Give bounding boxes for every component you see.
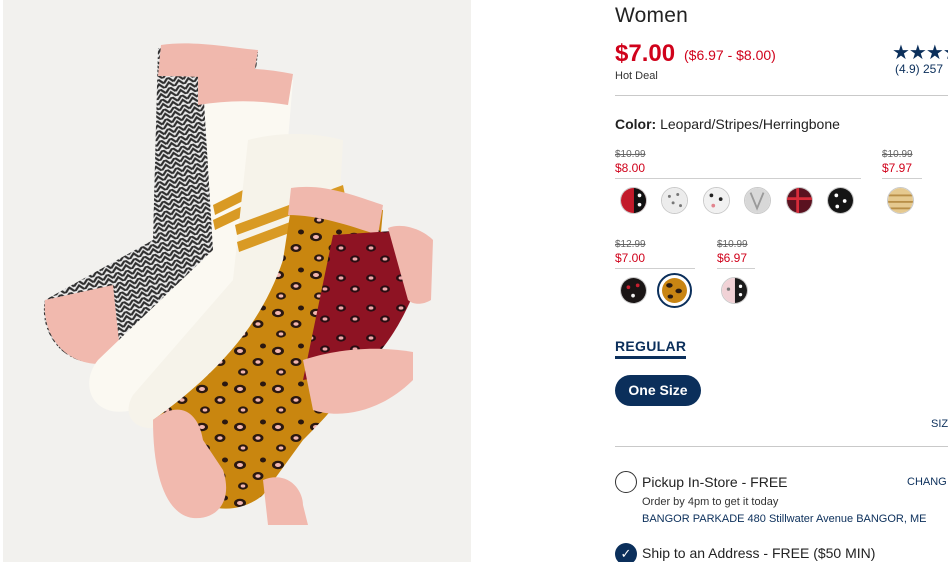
price-group: $10.99 $6.97 [717, 239, 755, 269]
original-price: $10.99 [882, 149, 913, 160]
ship-check-icon[interactable]: ✓ [615, 543, 637, 562]
size-one-size-button[interactable]: One Size [615, 375, 701, 406]
sale-price: $7.00 [615, 251, 646, 265]
price-group: $12.99 $7.00 [615, 239, 695, 269]
swatch-graphic [888, 188, 913, 213]
color-swatch-maroon-plaid[interactable] [786, 187, 813, 214]
divider [615, 178, 861, 179]
swatch-graphic [621, 188, 646, 213]
color-swatch-grey-pattern[interactable] [744, 187, 771, 214]
product-details: Women $7.00 ($6.97 - $8.00) Hot Deal ★★★… [615, 0, 948, 562]
price-group: $10.99 $8.00 [615, 149, 861, 179]
product-image[interactable] [3, 0, 471, 562]
swatch-graphic [722, 278, 747, 303]
color-swatch-white-hearts[interactable] [703, 187, 730, 214]
color-swatch-black-red-dots[interactable] [620, 277, 647, 304]
color-label: Color: Leopard/Stripes/Herringbone [615, 116, 840, 132]
swatch-graphic [745, 188, 770, 213]
swatch-graphic [704, 188, 729, 213]
order-by-text: Order by 4pm to get it today [642, 496, 779, 508]
socks-illustration [43, 43, 433, 525]
swatch-graphic [662, 278, 687, 303]
color-swatch-tan-stripes[interactable] [887, 187, 914, 214]
original-price: $10.99 [717, 239, 748, 250]
pickup-radio[interactable] [615, 471, 637, 493]
swatch-graphic [621, 278, 646, 303]
color-swatch-red-pattern[interactable] [620, 187, 647, 214]
ship-to-address-label[interactable]: Ship to an Address - FREE ($50 MIN) [642, 545, 875, 561]
sale-price: $6.97 [717, 251, 748, 265]
change-store-link[interactable]: CHANG [907, 476, 947, 488]
product-title: Women [615, 4, 688, 27]
swatch-graphic [787, 188, 812, 213]
swatch-graphic [662, 188, 687, 213]
divider [615, 95, 948, 96]
color-swatch-pink-black-dots[interactable] [721, 277, 748, 304]
original-price: $10.99 [615, 149, 646, 160]
color-swatch-leopard-selected[interactable] [657, 273, 692, 308]
color-name: Leopard/Stripes/Herringbone [660, 116, 840, 132]
original-price: $12.99 [615, 239, 646, 250]
price-range: ($6.97 - $8.00) [684, 47, 776, 63]
tab-regular[interactable]: REGULAR [615, 338, 687, 359]
divider [717, 268, 755, 269]
sale-price: $8.00 [615, 161, 646, 175]
divider [882, 178, 922, 179]
rating-count-link[interactable]: (4.9) 257 [895, 62, 943, 76]
color-swatch-black-white-dots[interactable] [827, 187, 854, 214]
color-label-key: Color: [615, 116, 657, 132]
swatch-inner [662, 278, 687, 303]
price-group: $10.99 $7.97 [882, 149, 922, 179]
current-price: $7.00 [615, 40, 676, 67]
divider [615, 268, 695, 269]
sale-price: $7.97 [882, 161, 913, 175]
divider [615, 446, 948, 447]
size-chart-link[interactable]: SIZ [931, 418, 948, 430]
swatch-graphic [828, 188, 853, 213]
hot-deal-label: Hot Deal [615, 70, 658, 82]
store-address-link[interactable]: BANGOR PARKADE 480 Stillwater Avenue BAN… [642, 513, 926, 525]
color-swatch-white-dots[interactable] [661, 187, 688, 214]
pickup-label[interactable]: Pickup In-Store - FREE [642, 474, 788, 490]
